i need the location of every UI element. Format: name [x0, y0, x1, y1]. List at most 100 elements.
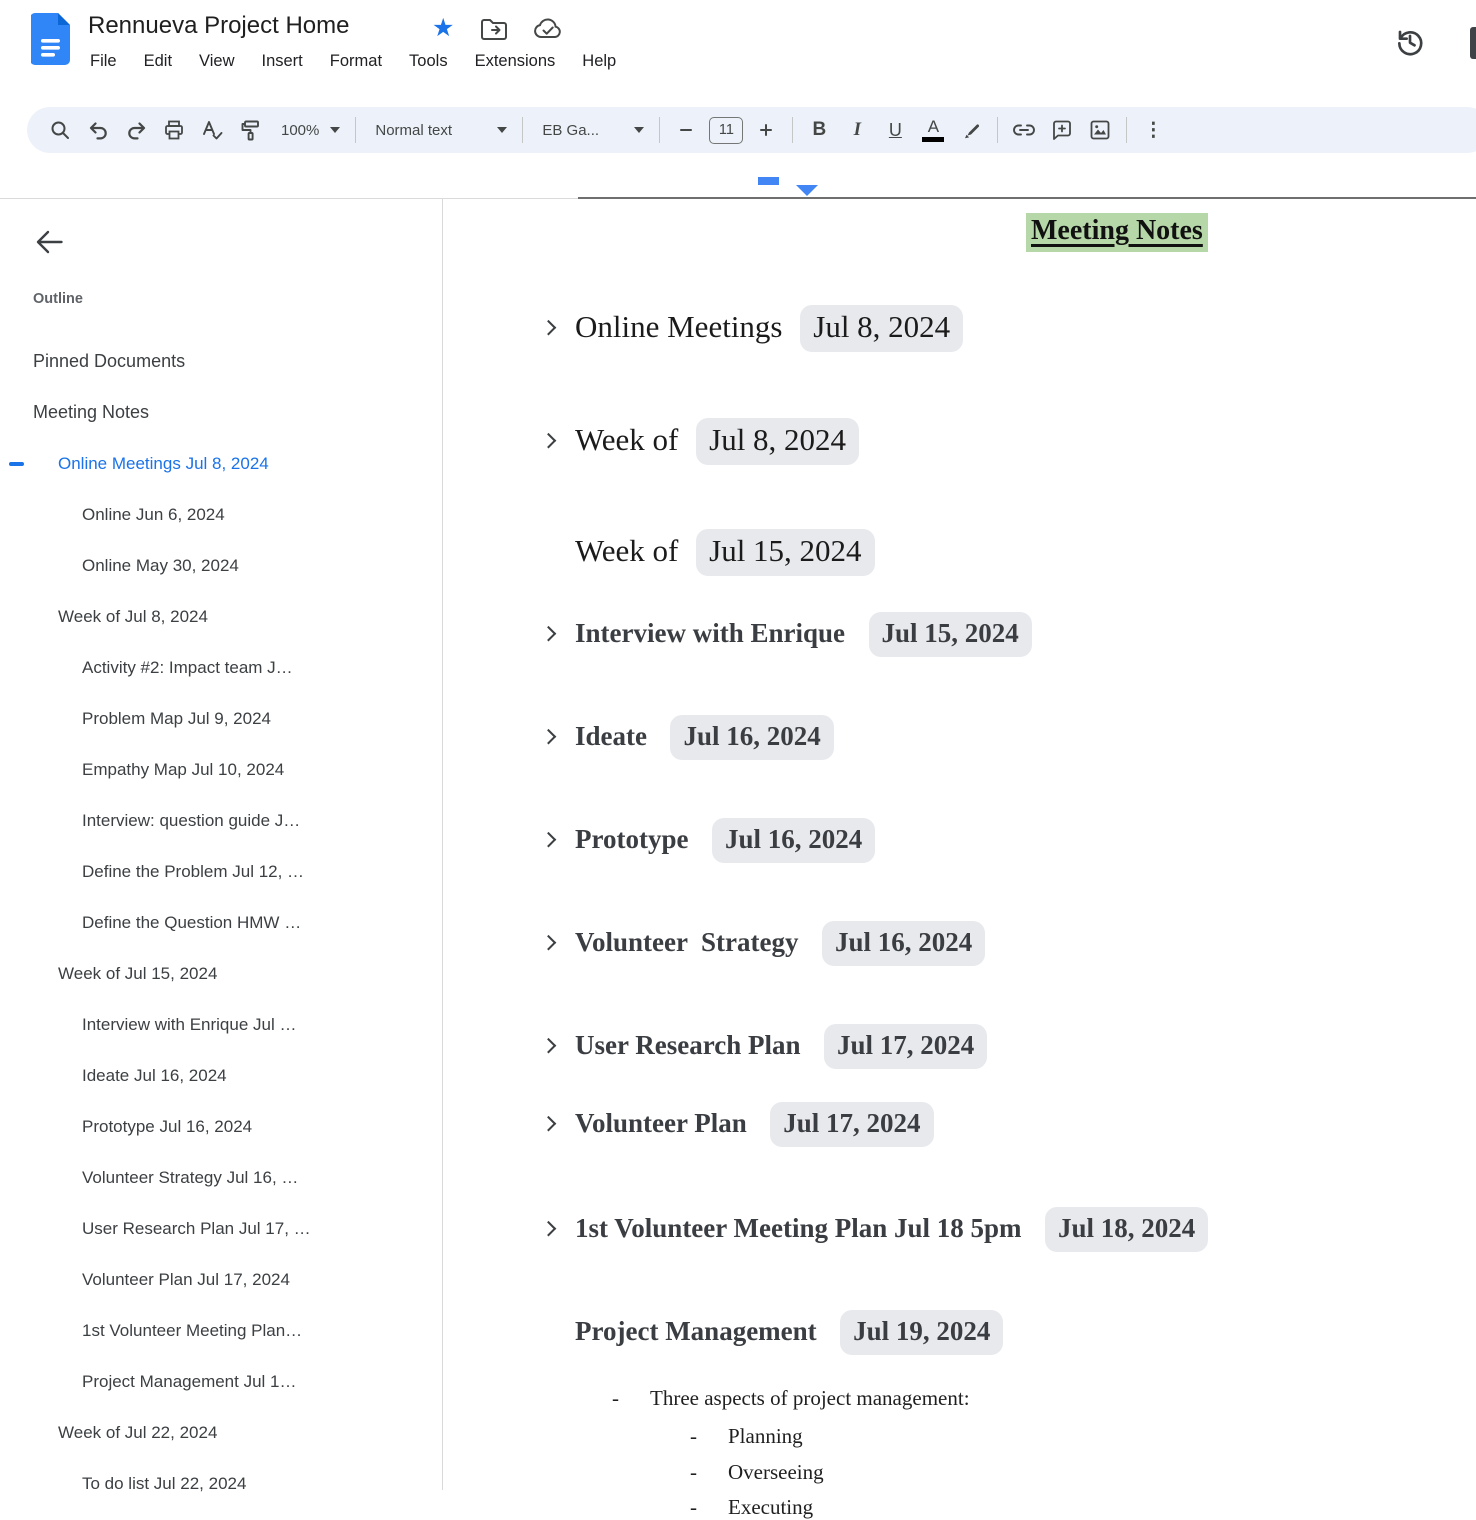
- heading-text[interactable]: Online Meetings: [575, 309, 783, 344]
- heading-text[interactable]: 1st Volunteer Meeting Plan Jul 18 5pm: [575, 1213, 1028, 1243]
- outline-item[interactable]: Empathy Map Jul 10, 2024: [0, 744, 443, 795]
- heading-text[interactable]: Ideate: [575, 721, 654, 751]
- document-status-saved-icon[interactable]: [534, 18, 562, 40]
- font-family-select[interactable]: EB Ga...: [530, 111, 652, 149]
- document-title[interactable]: Rennueva Project Home: [88, 12, 349, 40]
- bullet-line[interactable]: - Executing: [575, 1494, 1455, 1520]
- outline-item[interactable]: Meeting Notes: [0, 387, 443, 438]
- date-chip[interactable]: Jul 18, 2024: [1045, 1207, 1208, 1252]
- doc-heading-row[interactable]: Ideate Jul 16, 2024: [575, 715, 1455, 760]
- underline-icon[interactable]: U: [876, 111, 914, 149]
- menu-tools[interactable]: Tools: [409, 52, 448, 71]
- date-chip[interactable]: Jul 17, 2024: [770, 1102, 933, 1147]
- outline-item[interactable]: Online May 30, 2024: [0, 540, 443, 591]
- date-chip[interactable]: Jul 19, 2024: [840, 1310, 1003, 1355]
- starred-icon[interactable]: ★: [432, 16, 454, 41]
- date-chip[interactable]: Jul 16, 2024: [822, 921, 985, 966]
- menu-edit[interactable]: Edit: [144, 52, 172, 71]
- doc-heading-row[interactable]: Project Management Jul 19, 2024: [575, 1310, 1455, 1355]
- close-outline-icon[interactable]: [31, 224, 67, 260]
- menu-extensions[interactable]: Extensions: [475, 52, 556, 71]
- outline-item[interactable]: Define the Problem Jul 12, …: [0, 846, 443, 897]
- clipped-edge-button[interactable]: [1470, 27, 1476, 59]
- doc-heading-row[interactable]: Prototype Jul 16, 2024: [575, 818, 1455, 863]
- bullet-line[interactable]: - Planning: [575, 1423, 1455, 1449]
- outline-item[interactable]: Week of Jul 15, 2024: [0, 948, 443, 999]
- date-chip[interactable]: Jul 15, 2024: [869, 612, 1032, 657]
- outline-item[interactable]: Volunteer Plan Jul 17, 2024: [0, 1254, 443, 1305]
- add-comment-icon[interactable]: [1043, 111, 1081, 149]
- zoom-select[interactable]: 100%: [269, 111, 348, 149]
- bullet-text[interactable]: Three aspects of project management:: [575, 1385, 1455, 1411]
- collapse-chevron-icon[interactable]: [541, 1037, 557, 1053]
- collapse-chevron-icon[interactable]: [541, 831, 557, 847]
- version-history-icon[interactable]: [1392, 24, 1428, 60]
- highlight-color-icon[interactable]: [952, 111, 990, 149]
- menu-file[interactable]: File: [90, 52, 117, 71]
- undo-icon[interactable]: [79, 111, 117, 149]
- collapse-chevron-icon[interactable]: [541, 1220, 557, 1236]
- google-docs-icon[interactable]: [31, 13, 70, 65]
- outline-item[interactable]: Pinned Documents: [0, 336, 443, 387]
- outline-item[interactable]: User Research Plan Jul 17, …: [0, 1203, 443, 1254]
- collapse-chevron-icon[interactable]: [541, 728, 557, 744]
- outline-item[interactable]: To do list Jul 22, 2024: [0, 1458, 443, 1509]
- outline-item[interactable]: Week of Jul 22, 2024: [0, 1407, 443, 1458]
- outline-item[interactable]: Interview: question guide J…: [0, 795, 443, 846]
- heading-text[interactable]: Interview with Enrique: [575, 618, 852, 648]
- left-indent-marker[interactable]: [796, 185, 818, 196]
- collapse-chevron-icon[interactable]: [541, 934, 557, 950]
- first-line-indent-marker[interactable]: [758, 177, 779, 185]
- doc-heading-row[interactable]: Week of Jul 8, 2024: [575, 418, 1455, 465]
- font-size-input[interactable]: 11: [709, 117, 743, 144]
- outline-item[interactable]: Project Management Jul 1…: [0, 1356, 443, 1407]
- collapse-chevron-icon[interactable]: [541, 625, 557, 641]
- doc-heading-row[interactable]: Volunteer Plan Jul 17, 2024: [575, 1102, 1455, 1147]
- date-chip[interactable]: Jul 8, 2024: [696, 418, 859, 465]
- doc-heading-row[interactable]: User Research Plan Jul 17, 2024: [575, 1024, 1455, 1069]
- increase-font-size-button[interactable]: [747, 111, 785, 149]
- bullet-line[interactable]: - Overseeing: [575, 1459, 1455, 1485]
- outline-item[interactable]: Online Meetings Jul 8, 2024: [0, 438, 443, 489]
- outline-item[interactable]: Define the Question HMW …: [0, 897, 443, 948]
- heading-text[interactable]: User Research Plan: [575, 1030, 807, 1060]
- outline-item[interactable]: Online Jun 6, 2024: [0, 489, 443, 540]
- doc-heading-row[interactable]: Volunteer Strategy Jul 16, 2024: [575, 921, 1455, 966]
- outline-item[interactable]: Problem Map Jul 9, 2024: [0, 693, 443, 744]
- heading-text[interactable]: Week of: [575, 422, 678, 457]
- date-chip[interactable]: Jul 16, 2024: [670, 715, 833, 760]
- redo-icon[interactable]: [117, 111, 155, 149]
- doc-heading-row[interactable]: 1st Volunteer Meeting Plan Jul 18 5pm Ju…: [575, 1207, 1455, 1252]
- menu-help[interactable]: Help: [582, 52, 616, 71]
- date-chip[interactable]: Jul 16, 2024: [712, 818, 875, 863]
- paint-format-icon[interactable]: [231, 111, 269, 149]
- date-chip[interactable]: Jul 15, 2024: [696, 529, 874, 576]
- outline-item[interactable]: Ideate Jul 16, 2024: [0, 1050, 443, 1101]
- outline-item[interactable]: Volunteer Strategy Jul 16, …: [0, 1152, 443, 1203]
- doc-heading-row[interactable]: Week of Jul 15, 2024: [575, 529, 1455, 576]
- outline-item[interactable]: Interview with Enrique Jul …: [0, 999, 443, 1050]
- bold-icon[interactable]: B: [800, 111, 838, 149]
- outline-item[interactable]: Prototype Jul 16, 2024: [0, 1101, 443, 1152]
- heading-text[interactable]: Week of: [575, 533, 678, 568]
- outline-item[interactable]: Activity #2: Impact team J…: [0, 642, 443, 693]
- insert-image-icon[interactable]: [1081, 111, 1119, 149]
- date-chip[interactable]: Jul 17, 2024: [824, 1024, 987, 1069]
- italic-icon[interactable]: I: [838, 111, 876, 149]
- doc-heading-row[interactable]: Online Meetings Jul 8, 2024: [575, 305, 1455, 352]
- heading-text[interactable]: Project Management: [575, 1316, 823, 1346]
- date-chip[interactable]: Jul 8, 2024: [800, 305, 963, 352]
- insert-link-icon[interactable]: [1005, 111, 1043, 149]
- heading-text[interactable]: Volunteer Plan: [575, 1108, 754, 1138]
- paragraph-style-select[interactable]: Normal text: [363, 111, 515, 149]
- outline-item[interactable]: 1st Volunteer Meeting Plan…: [0, 1305, 443, 1356]
- collapse-chevron-icon[interactable]: [541, 319, 557, 335]
- collapse-chevron-icon[interactable]: [541, 432, 557, 448]
- search-menus-icon[interactable]: [41, 111, 79, 149]
- spelling-check-icon[interactable]: [193, 111, 231, 149]
- more-options-icon[interactable]: ⋮: [1134, 111, 1172, 149]
- doc-heading-row[interactable]: Interview with Enrique Jul 15, 2024: [575, 612, 1455, 657]
- document-canvas[interactable]: Meeting Notes Online Meetings Jul 8, 202…: [443, 199, 1476, 1490]
- decrease-font-size-button[interactable]: [667, 111, 705, 149]
- bullet-line[interactable]: - Three aspects of project management:: [575, 1385, 1455, 1411]
